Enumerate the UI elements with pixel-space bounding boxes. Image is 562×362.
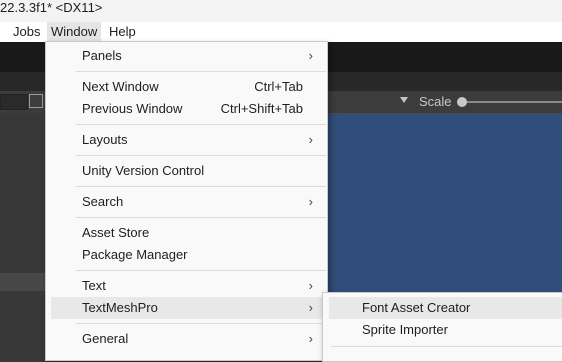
menu-item-label: Font Asset Creator [362,300,471,315]
menu-item-label: Sprite Importer [362,322,448,337]
chevron-right-icon: › [308,278,313,293]
scale-slider-track[interactable] [460,101,562,103]
menu-item-general[interactable]: General › [51,328,323,350]
menu-item-search[interactable]: Search › [51,191,323,213]
menu-item-textmeshpro[interactable]: TextMeshPro › [51,297,323,319]
shortcut-label: Ctrl+Tab [254,79,303,94]
hierarchy-search-input[interactable] [0,94,28,110]
scale-slider-knob[interactable] [457,97,467,107]
menu-item-font-asset-creator[interactable]: Font Asset Creator [329,297,562,319]
menu-item-label: TextMeshPro [82,300,158,315]
menu-help[interactable]: Help [109,24,136,39]
menu-jobs[interactable]: Jobs [13,24,40,39]
separator [76,323,326,324]
textmeshpro-submenu: Font Asset Creator Sprite Importer [322,292,562,362]
menu-item-unity-version-control[interactable]: Unity Version Control [51,160,323,182]
separator [76,71,326,72]
chevron-right-icon: › [308,300,313,315]
game-toolbar: Scale [320,91,562,113]
lock-icon[interactable] [29,94,43,108]
dropdown-arrow-icon[interactable] [400,97,408,103]
window-menu: Panels › Next Window Ctrl+Tab Previous W… [45,41,328,361]
menu-item-label: Next Window [82,79,159,94]
chevron-right-icon: › [308,48,313,63]
title-bar: 22.3.3f1* <DX11> [0,0,562,22]
window-title: 22.3.3f1* <DX11> [0,0,103,15]
menu-item-label: Unity Version Control [82,163,205,178]
menu-item-label: Asset Store [82,225,150,240]
menu-item-previous-window[interactable]: Previous Window Ctrl+Shift+Tab [51,98,323,120]
menu-bar: Jobs Window Help [0,22,562,42]
chevron-right-icon: › [308,194,313,209]
chevron-right-icon: › [308,132,313,147]
menu-item-next-window[interactable]: Next Window Ctrl+Tab [51,76,323,98]
separator [76,155,326,156]
menu-item-package-manager[interactable]: Package Manager [51,244,323,266]
menu-item-text[interactable]: Text › [51,275,323,297]
separator [76,124,326,125]
menu-item-asset-store[interactable]: Asset Store [51,222,323,244]
menu-item-label: Panels [82,48,122,63]
menu-item-label: General [82,331,129,346]
chevron-right-icon: › [308,331,313,346]
separator [331,346,562,347]
menu-item-label: Layouts [82,132,128,147]
separator [76,186,326,187]
menu-item-label: Package Manager [82,247,188,262]
shortcut-label: Ctrl+Shift+Tab [220,101,303,116]
menu-item-layouts[interactable]: Layouts › [51,129,323,151]
separator [76,217,326,218]
menu-item-label: Previous Window [82,101,183,116]
separator [76,270,326,271]
menu-window[interactable]: Window [47,22,102,42]
menu-item-label: Text [82,278,106,293]
scale-label: Scale [419,94,452,109]
menu-item-panels[interactable]: Panels › [51,45,323,67]
selected-row[interactable] [0,273,50,291]
hierarchy-panel [0,113,50,351]
menu-item-label: Search [82,194,124,209]
menu-item-sprite-importer[interactable]: Sprite Importer [329,319,562,341]
